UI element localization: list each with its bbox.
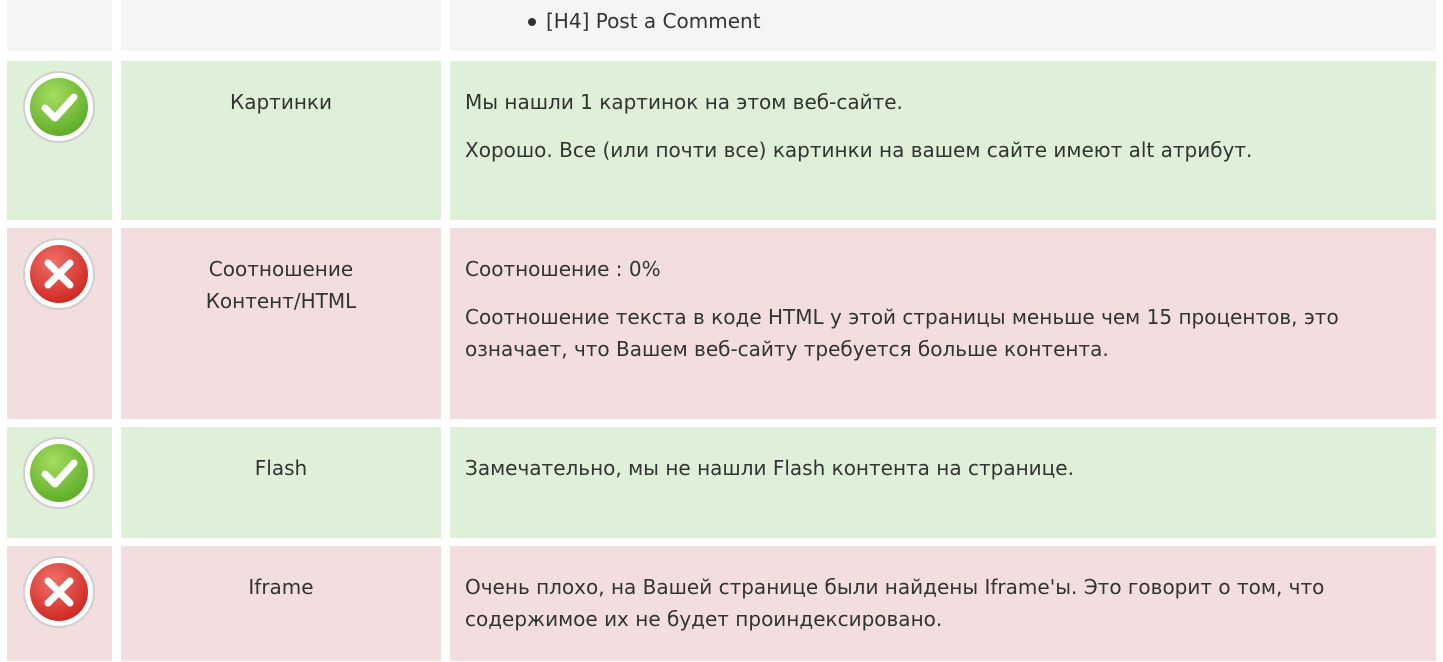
row-label: Flash <box>254 456 308 480</box>
row-paragraph: Мы нашли 1 картинок на этом веб-сайте. <box>465 90 903 114</box>
iframe-status-cell <box>7 546 112 661</box>
list-item: [H4] Post a Comment <box>526 5 761 37</box>
flash-content-cell: Замечательно, мы не нашли Flash контента… <box>450 427 1436 538</box>
images-label-cell: Картинки <box>121 61 441 220</box>
row-paragraph: Соотношение текста в коде HTML у этой ст… <box>465 305 1339 361</box>
iframe-row: Iframe Очень плохо, на Вашей странице бы… <box>0 546 1443 661</box>
row-content: Мы нашли 1 картинок на этом веб-сайте. Х… <box>465 86 1396 166</box>
ratio-label-cell: Соотношение Контент/HTML <box>121 228 441 419</box>
headings-row: [H4] Post a Comment <box>0 0 1443 51</box>
row-paragraph: Замечательно, мы не нашли Flash контента… <box>465 456 1074 480</box>
check-icon <box>23 71 95 143</box>
cross-icon <box>23 238 95 310</box>
flash-status-cell <box>7 427 112 538</box>
images-row: Картинки Мы нашли 1 картинок на этом веб… <box>0 61 1443 220</box>
headings-status-cell <box>7 0 112 51</box>
iframe-label-cell: Iframe <box>121 546 441 661</box>
ratio-row: Соотношение Контент/HTML Соотношение : 0… <box>0 228 1443 419</box>
row-paragraph: Хорошо. Все (или почти все) картинки на … <box>465 138 1253 162</box>
images-content-cell: Мы нашли 1 картинок на этом веб-сайте. Х… <box>450 61 1436 220</box>
cross-icon <box>23 556 95 628</box>
ratio-content-cell: Соотношение : 0% Соотношение текста в ко… <box>450 228 1436 419</box>
images-status-cell <box>7 61 112 220</box>
headings-list: [H4] Post a Comment <box>526 5 761 37</box>
row-label: Соотношение Контент/HTML <box>205 257 357 313</box>
iframe-content-cell: Очень плохо, на Вашей странице были найд… <box>450 546 1436 661</box>
row-content: Замечательно, мы не нашли Flash контента… <box>465 452 1396 484</box>
row-label: Картинки <box>230 90 332 114</box>
row-paragraph: Очень плохо, на Вашей странице были найд… <box>465 575 1325 631</box>
flash-label-cell: Flash <box>121 427 441 538</box>
row-label: Iframe <box>248 575 314 599</box>
row-paragraph: Соотношение : 0% <box>465 257 661 281</box>
ratio-status-cell <box>7 228 112 419</box>
row-content: Соотношение : 0% Соотношение текста в ко… <box>465 253 1396 365</box>
headings-content-cell: [H4] Post a Comment <box>450 0 1436 51</box>
check-icon <box>23 437 95 509</box>
row-content: Очень плохо, на Вашей странице были найд… <box>465 571 1396 635</box>
headings-label-cell <box>121 0 441 51</box>
flash-row: Flash Замечательно, мы не нашли Flash ко… <box>0 427 1443 538</box>
